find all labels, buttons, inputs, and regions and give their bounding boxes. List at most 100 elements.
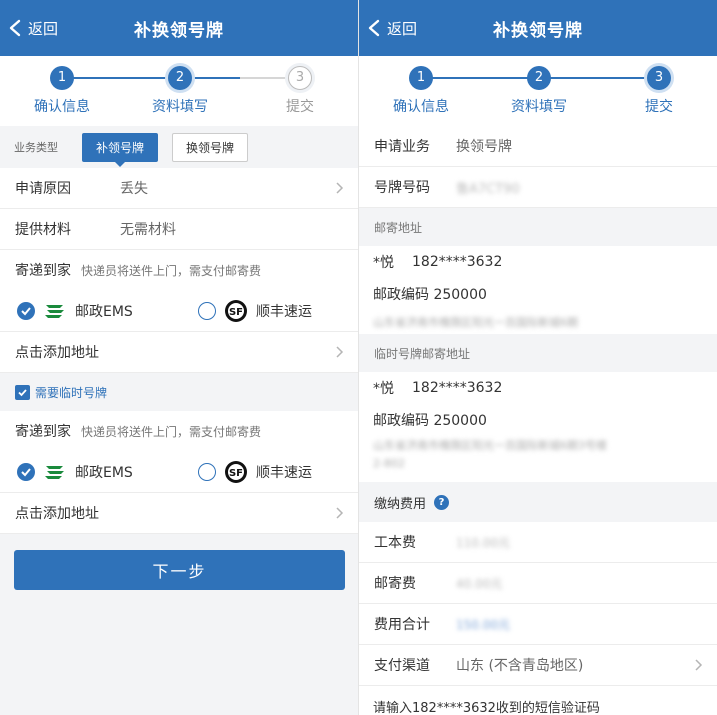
step-3-number: 3 — [288, 66, 312, 90]
materials-label: 提供材料 — [15, 222, 71, 238]
plate-number-row: 号牌号码 鲁A7CT90 — [359, 167, 717, 208]
postage-value: 40.00元 — [456, 576, 503, 591]
reason-row[interactable]: 申请原因 丢失 — [0, 168, 358, 209]
step-1: 1 确认信息 — [17, 66, 107, 116]
step-3: 3 提交 — [255, 66, 345, 116]
sf-option[interactable]: SF 顺丰速运 — [198, 460, 312, 484]
materials-value: 无需材料 — [120, 222, 176, 238]
payment-channel-row[interactable]: 支付渠道 山东 (不含青岛地区) — [359, 645, 717, 686]
fees-title: 缴纳费用 — [374, 496, 427, 512]
postage-row: 邮寄费 40.00元 — [359, 563, 717, 604]
delivery-row-2: 寄递到家 快递员将送件上门，需支付邮寄费 — [0, 411, 358, 451]
total-row: 费用合计 150.00元 — [359, 604, 717, 645]
add-address-row-2[interactable]: 点击添加地址 — [0, 493, 358, 534]
plate-number-value: 鲁A7CT90 — [456, 181, 520, 197]
checkbox-checked-icon[interactable] — [15, 384, 30, 400]
add-address-row-1[interactable]: 点击添加地址 — [0, 332, 358, 373]
ems-option[interactable]: 邮政EMS — [17, 299, 133, 323]
help-icon[interactable]: ? — [434, 494, 450, 510]
cost-row: 工本费 110.00元 — [359, 522, 717, 563]
fees-header: 缴纳费用 ? — [359, 482, 717, 522]
ems-logo-icon — [45, 305, 64, 318]
svg-text:SF: SF — [229, 307, 243, 318]
apply-business-label: 申请业务 — [374, 139, 430, 155]
step-1-label: 确认信息 — [34, 99, 90, 115]
cost-value: 110.00元 — [456, 535, 510, 550]
sms-prompt: 请输入182****3632收到的短信验证码 — [359, 686, 717, 715]
right-screen: 返回 补换领号牌 1 确认信息 2 资料填写 3 提交 申请业务 换领号牌 号牌 — [358, 0, 717, 715]
radio-checked-icon — [17, 302, 35, 320]
page-title: 补换领号牌 — [134, 20, 224, 41]
cost-label: 工本费 — [374, 535, 416, 551]
replace-plate-button[interactable]: 换领号牌 — [172, 132, 249, 162]
address-text: 山东省济南市槐荫区阳光一百国际新城6期3号楼 — [373, 439, 607, 452]
ems-label: 邮政EMS — [75, 465, 133, 481]
temp-mail-address-block: *悦 182****3632 邮政编码 250000 山东省济南市槐荫区阳光一百… — [359, 372, 717, 482]
step-1-number: 1 — [50, 66, 74, 90]
left-screen: 返回 补换领号牌 1 确认信息 2 资料填写 3 提交 业务类型 补领号牌 换领… — [0, 0, 358, 715]
back-label: 返回 — [28, 19, 59, 38]
postage-label: 邮寄费 — [374, 576, 416, 592]
plate-number-label: 号牌号码 — [374, 180, 430, 196]
reason-label: 申请原因 — [15, 181, 71, 197]
reason-value: 丢失 — [120, 181, 148, 197]
add-address-label: 点击添加地址 — [15, 506, 99, 522]
temp-plate-checkbox-row[interactable]: 需要临时号牌 — [0, 373, 358, 411]
step-2: 2 资料填写 — [135, 66, 225, 116]
ems-option[interactable]: 邮政EMS — [17, 460, 133, 484]
materials-row: 提供材料 无需材料 — [0, 209, 358, 250]
chevron-right-icon — [336, 346, 344, 358]
step-indicator: 1 确认信息 2 资料填写 3 提交 — [359, 56, 717, 126]
courier-options-1: 邮政EMS SF 顺丰速运 — [0, 290, 358, 332]
temp-mail-address-title: 临时号牌邮寄地址 — [359, 334, 717, 372]
address-text: 山东省济南市槐荫区阳光一百国际新城6期 — [373, 316, 578, 329]
address-text-line2: 2-802 — [373, 456, 405, 470]
recipient-name: *悦 — [373, 255, 394, 271]
step-2-label: 资料填写 — [511, 99, 567, 115]
mail-address-title: 邮寄地址 — [359, 208, 717, 246]
back-button[interactable]: 返回 — [367, 0, 417, 56]
delivery-hint: 快递员将送件上门，需支付邮寄费 — [81, 424, 262, 439]
business-type-row: 业务类型 补领号牌 换领号牌 — [0, 126, 358, 168]
recipient-phone: 182****3632 — [412, 380, 503, 396]
step-2-number: 2 — [527, 66, 551, 90]
add-address-label: 点击添加地址 — [15, 345, 99, 361]
temp-plate-label: 需要临时号牌 — [35, 385, 108, 400]
sf-option[interactable]: SF 顺丰速运 — [198, 299, 312, 323]
ems-label: 邮政EMS — [75, 304, 133, 320]
ems-logo-icon — [45, 466, 64, 479]
header: 返回 补换领号牌 — [359, 0, 717, 56]
courier-options-2: 邮政EMS SF 顺丰速运 — [0, 451, 358, 493]
total-label: 费用合计 — [374, 617, 430, 633]
payment-value: 山东 (不含青岛地区) — [456, 658, 584, 674]
step-3-label: 提交 — [645, 99, 673, 115]
sf-logo-icon: SF — [225, 300, 247, 322]
delivery-label: 寄递到家 — [15, 424, 71, 440]
step-2-label: 资料填写 — [152, 99, 208, 115]
step-1: 1 确认信息 — [376, 66, 466, 116]
chevron-right-icon — [695, 659, 703, 671]
recipient-line: *悦 182****3632 — [373, 246, 703, 278]
apply-business-value: 换领号牌 — [456, 139, 512, 155]
step-1-label: 确认信息 — [393, 99, 449, 115]
chevron-left-icon — [368, 19, 380, 37]
recipient-name: *悦 — [373, 381, 394, 397]
radio-checked-icon — [17, 463, 35, 481]
apply-business-row: 申请业务 换领号牌 — [359, 126, 717, 167]
step-indicator: 1 确认信息 2 资料填写 3 提交 — [0, 56, 358, 126]
back-button[interactable]: 返回 — [8, 0, 58, 56]
delivery-hint: 快递员将送件上门，需支付邮寄费 — [81, 263, 262, 278]
next-step-button[interactable]: 下一步 — [14, 550, 345, 590]
payment-label: 支付渠道 — [374, 658, 430, 674]
step-3-label: 提交 — [286, 99, 314, 115]
svg-text:SF: SF — [229, 468, 243, 479]
business-type-label: 业务类型 — [14, 141, 58, 154]
total-value: 150.00元 — [456, 617, 510, 632]
reissue-plate-button[interactable]: 补领号牌 — [82, 132, 159, 167]
chevron-right-icon — [336, 182, 344, 194]
chevron-right-icon — [336, 507, 344, 519]
postcode-line: 邮政编码 250000 — [373, 413, 487, 429]
recipient-phone: 182****3632 — [412, 254, 503, 270]
step-line-1 — [62, 77, 180, 79]
sf-logo-icon: SF — [225, 461, 247, 483]
